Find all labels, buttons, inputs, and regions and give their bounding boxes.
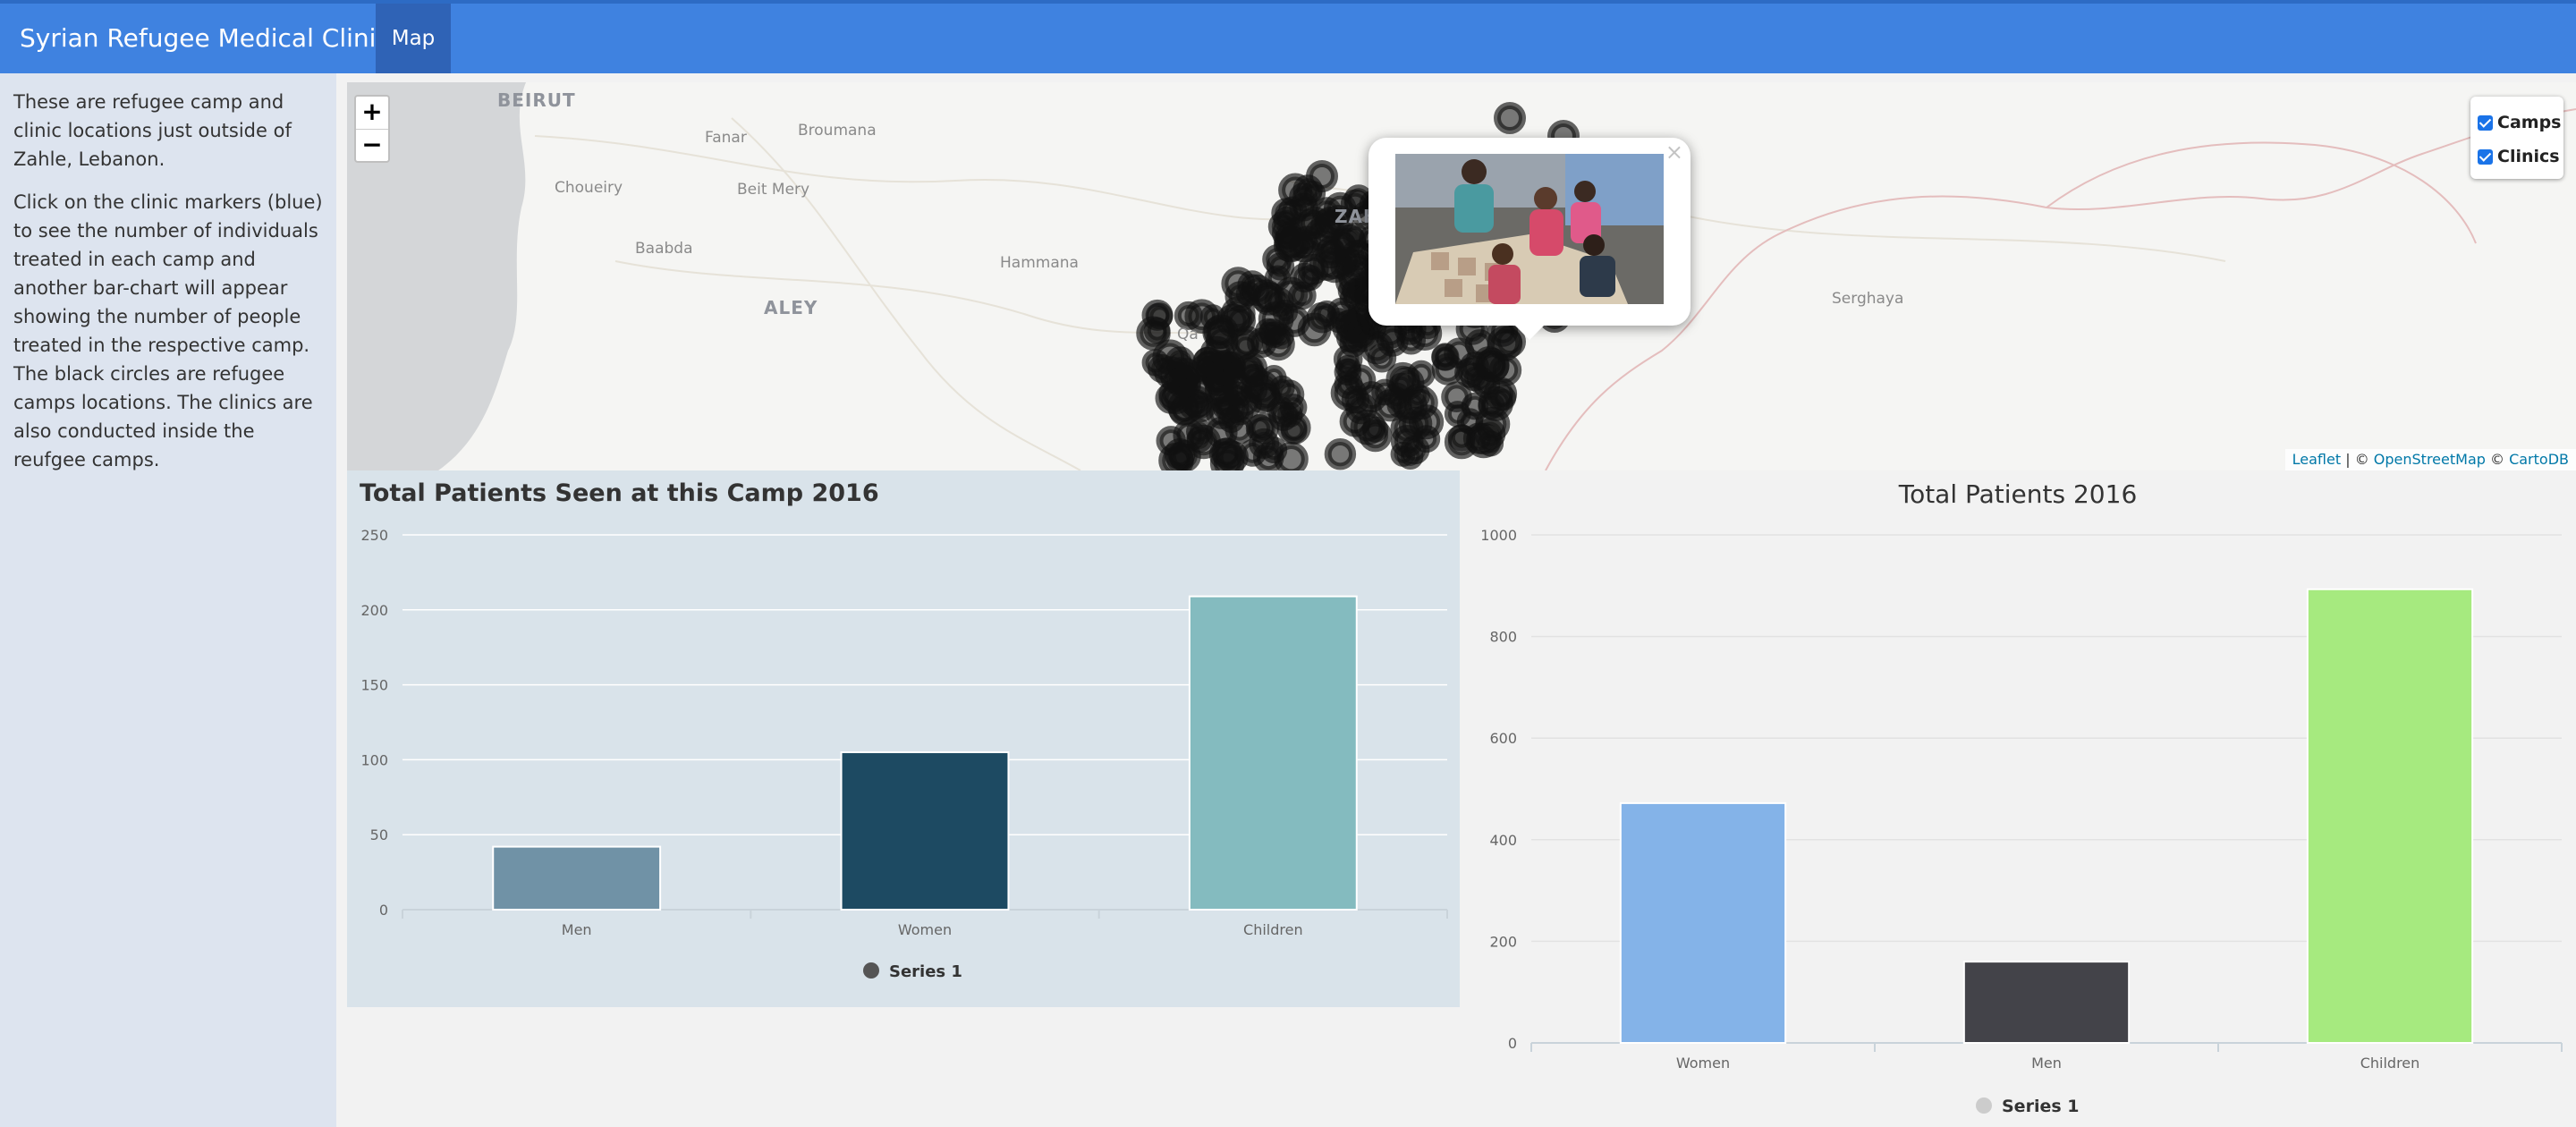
map-attribution: Leaflet | © OpenStreetMap © CartoDB — [2284, 449, 2576, 470]
map-label-broumana: Broumana — [798, 122, 877, 140]
bar-women[interactable] — [1619, 801, 1787, 1044]
camp-marker[interactable] — [1241, 364, 1268, 392]
camp-marker[interactable] — [1359, 419, 1393, 453]
map[interactable]: BEIRUT Fanar Broumana Choueiry Beit Mery… — [347, 82, 2576, 470]
camp-marker[interactable] — [1278, 196, 1308, 225]
camp-marker[interactable] — [1324, 438, 1357, 470]
camp-marker[interactable] — [1367, 343, 1397, 373]
bar-children[interactable] — [1188, 595, 1358, 911]
y-tick-label: 0 — [379, 902, 388, 919]
camp-marker[interactable] — [1494, 102, 1526, 134]
clinic-photo — [1395, 154, 1664, 304]
camp-marker[interactable] — [1339, 313, 1370, 344]
openstreetmap-link[interactable]: OpenStreetMap — [2374, 451, 2486, 468]
camp-marker[interactable] — [1407, 360, 1436, 388]
map-label-hammana: Hammana — [1000, 254, 1079, 272]
zoom-in-button[interactable]: + — [356, 97, 388, 130]
y-tick-label: 1000 — [1480, 527, 1517, 544]
x-tick-label: Men — [562, 921, 592, 938]
map-label-serghaya: Serghaya — [1832, 290, 1904, 308]
tab-map[interactable]: Map — [376, 4, 451, 73]
camp-marker[interactable] — [1467, 366, 1495, 394]
camp-marker[interactable] — [1260, 321, 1288, 349]
y-tick-label: 250 — [360, 527, 388, 544]
bar-women[interactable] — [840, 751, 1010, 911]
x-tick-label: Women — [1676, 1055, 1730, 1072]
attribution-separator-2: © — [2485, 451, 2510, 468]
attribution-separator: | © — [2341, 451, 2374, 468]
sidebar: These are refugee camp and clinic locati… — [0, 73, 336, 1127]
camp-marker[interactable] — [1250, 279, 1284, 313]
y-tick-label: 600 — [1489, 730, 1517, 747]
map-label-choueiry: Choueiry — [555, 179, 623, 197]
bar-men[interactable] — [492, 845, 662, 911]
map-label-baabda: Baabda — [635, 240, 693, 258]
layer-camps-label: Camps — [2497, 113, 2562, 132]
map-label-aley: ALEY — [764, 297, 818, 318]
camp-marker[interactable] — [1306, 160, 1338, 192]
camp-patients-chart: Total Patients Seen at this Camp 2016 05… — [347, 470, 1460, 1007]
clinic-popup: × — [1368, 138, 1690, 340]
camp-marker[interactable] — [1342, 278, 1369, 306]
y-tick-label: 0 — [1508, 1035, 1517, 1052]
legend-label[interactable]: Series 1 — [2002, 1097, 2079, 1116]
leaflet-link[interactable]: Leaflet — [2292, 451, 2341, 468]
legend-label[interactable]: Series 1 — [889, 962, 962, 981]
map-label-fanar: Fanar — [705, 129, 747, 147]
camp-marker[interactable] — [1205, 370, 1232, 397]
y-tick-label: 100 — [360, 751, 388, 768]
x-tick-label: Children — [1243, 921, 1303, 938]
y-tick-label: 50 — [370, 826, 388, 843]
camp-marker[interactable] — [1208, 437, 1242, 470]
camp-marker[interactable] — [1275, 223, 1303, 250]
navbar: Syrian Refugee Medical Clinics Map — [0, 0, 2576, 73]
y-tick-label: 200 — [1489, 933, 1517, 950]
camp-marker[interactable] — [1146, 302, 1174, 330]
app-title: Syrian Refugee Medical Clinics — [20, 23, 403, 53]
camp-marker[interactable] — [1224, 281, 1256, 312]
y-tick-label: 150 — [360, 677, 388, 694]
camp-marker[interactable] — [1168, 439, 1201, 470]
camp-marker[interactable] — [1390, 441, 1416, 467]
y-tick-label: 800 — [1489, 629, 1517, 646]
legend-marker[interactable] — [1976, 1097, 1992, 1114]
camp-marker[interactable] — [1342, 223, 1368, 249]
map-label-beirut: BEIRUT — [497, 89, 576, 111]
layer-clinics-label: Clinics — [2497, 147, 2560, 166]
y-tick-label: 400 — [1489, 832, 1517, 849]
zoom-control: + − — [354, 95, 390, 163]
bar-men[interactable] — [1962, 961, 2131, 1044]
map-label-qa: Qa — [1177, 326, 1199, 343]
camp-marker[interactable] — [1224, 415, 1255, 445]
x-tick-label: Men — [2031, 1055, 2062, 1072]
layer-clinics[interactable]: Clinics — [2478, 145, 2560, 168]
legend-marker[interactable] — [863, 962, 879, 979]
sidebar-instructions-text: Click on the clinic markers (blue) to se… — [13, 191, 323, 470]
total-patients-chart: Total Patients 2016 0 200 400 600 800 1000 Wom… — [1460, 470, 2576, 1127]
zoom-out-button[interactable]: − — [356, 130, 388, 162]
camps-checkbox[interactable] — [2478, 115, 2493, 131]
popup-tip — [1512, 322, 1547, 340]
camp-marker[interactable] — [1462, 422, 1496, 454]
map-label-beit-mery: Beit Mery — [737, 181, 810, 199]
x-tick-label: Women — [898, 921, 952, 938]
camp-marker[interactable] — [1315, 237, 1346, 269]
clinics-checkbox[interactable] — [2478, 149, 2493, 165]
sidebar-intro-text: These are refugee camp and clinic locati… — [13, 91, 292, 170]
popup-close-button[interactable]: × — [1665, 140, 1683, 165]
camp-marker[interactable] — [1290, 262, 1320, 292]
layer-camps[interactable]: Camps — [2478, 111, 2561, 134]
camp-chart-plot: 0 50 100 150 200 250 Men Women Children Series 1 — [360, 527, 1448, 981]
camp-marker[interactable] — [1154, 356, 1188, 390]
bar-children[interactable] — [2306, 588, 2474, 1044]
cartodb-link[interactable]: CartoDB — [2509, 451, 2569, 468]
camp-marker[interactable] — [1249, 428, 1280, 459]
y-tick-label: 200 — [360, 602, 388, 619]
total-chart-plot: 0 200 400 600 800 1000 Women Men Children Series … — [1480, 527, 2563, 1116]
camp-marker[interactable] — [1398, 406, 1433, 441]
camp-marker[interactable] — [1330, 375, 1367, 411]
layers-control: Camps Clinics — [2470, 97, 2563, 179]
camp-marker[interactable] — [1277, 402, 1303, 428]
x-tick-label: Children — [2360, 1055, 2420, 1072]
